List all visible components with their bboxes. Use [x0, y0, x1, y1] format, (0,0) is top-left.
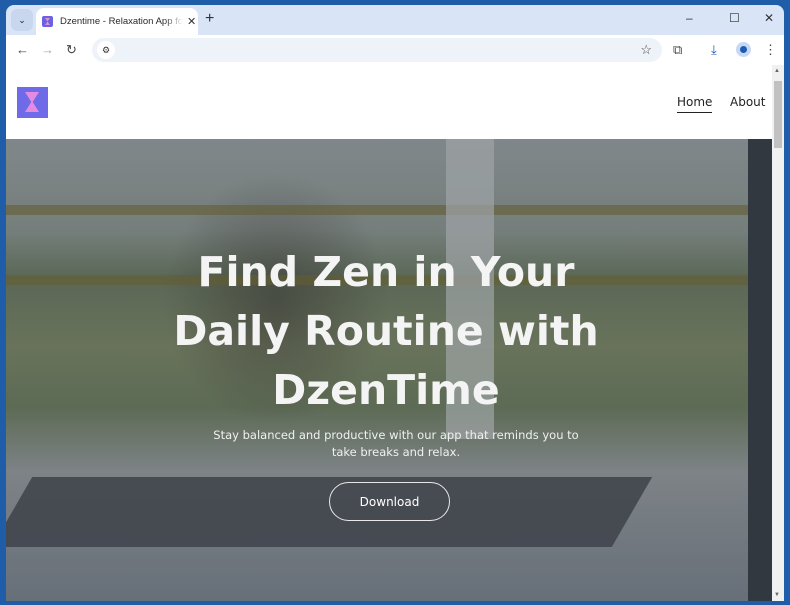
bookmark-star-icon[interactable]: ☆ [640, 42, 652, 58]
site-header: Home About [6, 65, 772, 139]
scrollbar-thumb[interactable] [774, 81, 782, 148]
hero-section: Find Zen in Your Daily Routine with Dzen… [6, 139, 772, 601]
new-tab-button[interactable]: + [205, 10, 214, 28]
menu-icon[interactable]: ⋮ [764, 42, 777, 58]
active-tab[interactable]: Dzentime - Relaxation App for Daily Brea… [36, 8, 198, 35]
page-scrollbar[interactable]: ▲ ▼ [772, 65, 784, 601]
close-tab-icon[interactable]: ✕ [187, 15, 196, 28]
scroll-up-arrow-icon[interactable]: ▲ [774, 68, 780, 74]
minimize-button[interactable]: – [686, 11, 693, 25]
favicon-icon [42, 16, 53, 27]
download-icon[interactable]: ⤓ [711, 42, 717, 58]
address-bar[interactable]: ⚙ ☆ [92, 38, 662, 62]
tab-list-button[interactable]: ⌄ [11, 9, 33, 31]
nav-home-link[interactable]: Home [677, 95, 713, 113]
nav-about-link[interactable]: About [730, 95, 765, 109]
back-button[interactable]: ← [16, 42, 29, 57]
scroll-down-arrow-icon[interactable]: ▼ [774, 592, 780, 598]
hero-subtitle: Stay balanced and productive with our ap… [213, 428, 579, 459]
site-info-icon[interactable]: ⚙ [97, 41, 115, 59]
browser-toolbar: ← → ↻ ⚙ ☆ ⧉ ⤓ ⋮ [6, 35, 784, 65]
forward-button[interactable]: → [41, 42, 54, 57]
reload-button[interactable]: ↻ [66, 42, 77, 58]
download-button[interactable]: Download [329, 482, 450, 521]
maximize-button[interactable]: ☐ [729, 11, 740, 25]
extensions-icon[interactable]: ⧉ [673, 42, 682, 58]
dzentime-logo[interactable] [17, 87, 48, 118]
profile-avatar[interactable] [736, 42, 751, 57]
close-window-button[interactable]: ✕ [764, 11, 774, 25]
hero-title: Find Zen in Your Daily Routine with Dzen… [173, 248, 599, 414]
chevron-down-icon: ⌄ [18, 14, 26, 25]
tab-bar: ⌄ Dzentime - Relaxation App for Daily Br… [6, 5, 784, 35]
page-viewport: Home About Find Zen in Your Daily Routin… [6, 65, 772, 601]
tab-title: Dzentime - Relaxation App for Daily Brea… [60, 16, 183, 27]
browser-window: ⌄ Dzentime - Relaxation App for Daily Br… [6, 5, 784, 601]
